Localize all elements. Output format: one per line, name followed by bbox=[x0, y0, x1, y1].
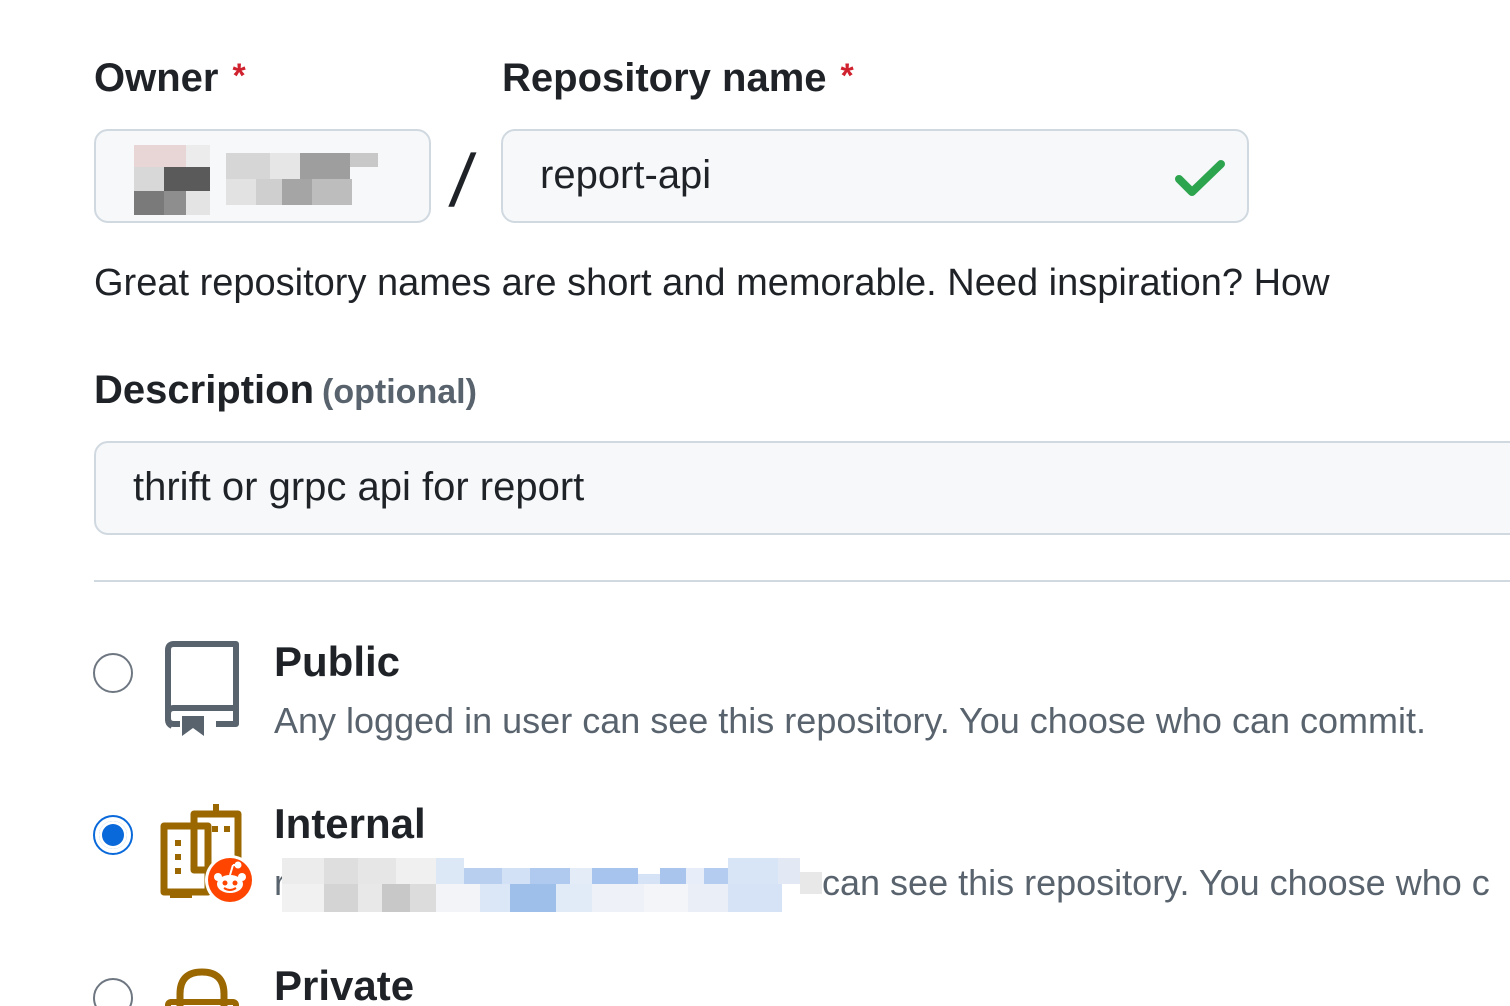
internal-building-icon bbox=[158, 800, 262, 906]
description-label-text: Description bbox=[94, 368, 315, 412]
description-input[interactable]: thrift or grpc api for report bbox=[94, 441, 1510, 535]
repository-name-value: report-api bbox=[540, 153, 712, 197]
owner-name-redacted bbox=[226, 153, 378, 205]
repository-name-required-mark: * bbox=[840, 57, 854, 95]
visibility-internal-radio[interactable] bbox=[93, 815, 133, 855]
reddit-badge-icon bbox=[205, 855, 255, 905]
description-optional-label: (optional) bbox=[322, 373, 477, 411]
description-value: thrift or grpc api for report bbox=[133, 465, 585, 509]
owner-label: Owner * bbox=[94, 56, 246, 101]
repository-name-input[interactable]: report-api bbox=[501, 129, 1249, 223]
owner-label-text: Owner bbox=[94, 56, 219, 100]
repo-book-icon bbox=[165, 641, 239, 736]
visibility-private-title: Private bbox=[274, 962, 415, 1006]
repository-name-hint: Great repository names are short and mem… bbox=[94, 262, 1330, 304]
repository-name-label-text: Repository name bbox=[502, 56, 827, 100]
new-repository-form: Owner * Repository name * / report-api G… bbox=[0, 0, 1510, 1006]
visibility-internal-title: Internal bbox=[274, 800, 426, 847]
visibility-private-radio[interactable] bbox=[93, 978, 133, 1006]
visibility-internal-description-suffix: can see this repository. You choose who … bbox=[822, 862, 1490, 903]
owner-required-mark: * bbox=[232, 57, 246, 95]
description-label: Description (optional) bbox=[94, 368, 477, 413]
owner-select[interactable] bbox=[94, 129, 431, 223]
visibility-public-radio[interactable] bbox=[93, 653, 133, 693]
repository-name-label: Repository name * bbox=[502, 56, 854, 101]
owner-avatar-redacted bbox=[134, 145, 210, 215]
visibility-public-title: Public bbox=[274, 638, 401, 685]
section-divider bbox=[94, 580, 1510, 582]
valid-check-icon bbox=[1175, 160, 1225, 196]
visibility-public-description: Any logged in user can see this reposito… bbox=[274, 700, 1426, 741]
internal-description-redacted bbox=[282, 858, 822, 914]
lock-icon bbox=[165, 968, 239, 1006]
owner-repo-separator: / bbox=[446, 139, 479, 222]
